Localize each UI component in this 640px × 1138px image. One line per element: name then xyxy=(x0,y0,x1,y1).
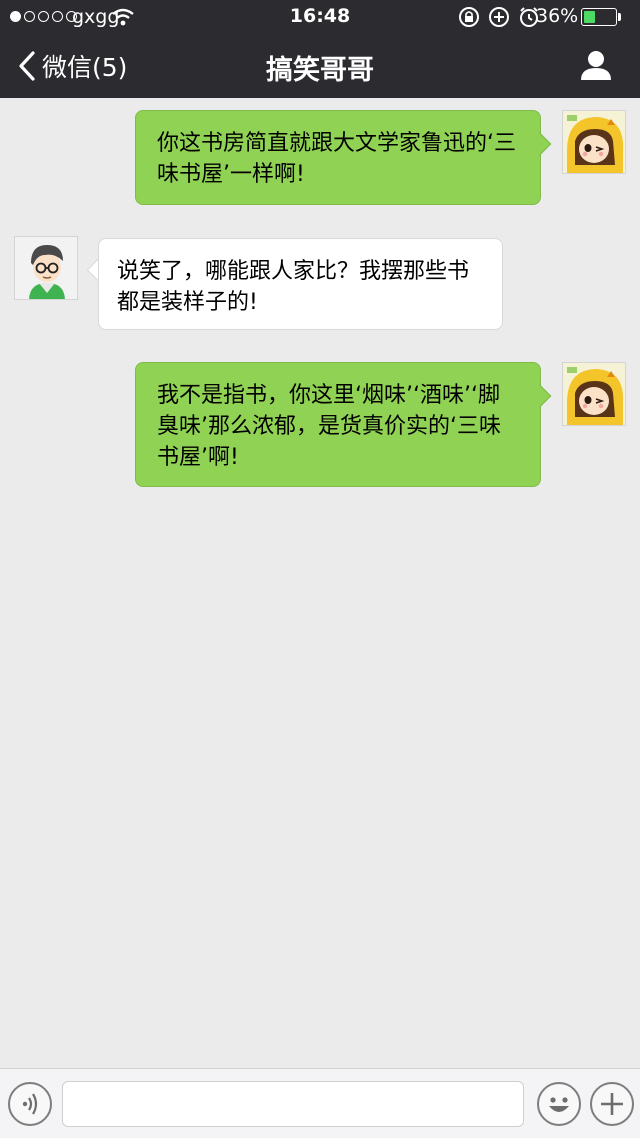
plus-icon xyxy=(601,1093,623,1115)
emoji-icon xyxy=(549,1097,569,1112)
battery-percent: 36% xyxy=(536,5,579,27)
rotation-lock-icon xyxy=(458,6,480,32)
status-bar: gxgg 16:48 36% xyxy=(0,0,640,34)
plus-button[interactable] xyxy=(590,1082,634,1126)
message-text: 我不是指书，你这里‘烟味’‘酒味’‘脚臭味’那么浓郁，是货真价实的‘三味书屋’啊… xyxy=(157,383,501,470)
battery-icon xyxy=(581,8,617,26)
message-text: 说笑了，哪能跟人家比？我摆那些书都是装样子的! xyxy=(117,259,470,315)
emoji-button[interactable] xyxy=(537,1082,581,1126)
avatar[interactable] xyxy=(14,236,78,300)
avatar[interactable] xyxy=(562,362,626,426)
back-button[interactable]: 微信(5) xyxy=(18,48,127,84)
profile-button[interactable] xyxy=(578,47,614,83)
cartoon-girl-avatar xyxy=(563,111,625,173)
top-bar: gxgg 16:48 36% 微信(5) 搞笑哥哥 xyxy=(0,0,640,98)
voice-icon xyxy=(22,1093,38,1115)
lock-icon xyxy=(488,6,510,32)
person-icon xyxy=(581,51,611,80)
chevron-left-icon xyxy=(18,50,36,82)
nav-bar: 微信(5) 搞笑哥哥 xyxy=(0,34,640,98)
avatar[interactable] xyxy=(562,110,626,174)
message-bubble-outgoing[interactable]: 我不是指书，你这里‘烟味’‘酒味’‘脚臭味’那么浓郁，是货真价实的‘三味书屋’啊… xyxy=(135,362,541,487)
voice-button[interactable] xyxy=(8,1082,52,1126)
input-bar xyxy=(0,1068,640,1138)
message-bubble-outgoing[interactable]: 你这书房简直就跟大文学家鲁迅的‘三味书屋’一样啊! xyxy=(135,110,541,205)
battery-fill xyxy=(584,11,595,23)
cartoon-girl-avatar xyxy=(563,363,625,425)
cartoon-boy-avatar xyxy=(15,237,77,299)
back-label: 微信(5) xyxy=(42,53,128,82)
message-input[interactable] xyxy=(62,1081,524,1127)
message-bubble-incoming[interactable]: 说笑了，哪能跟人家比？我摆那些书都是装样子的! xyxy=(98,238,503,330)
message-text: 你这书房简直就跟大文学家鲁迅的‘三味书屋’一样啊! xyxy=(157,131,516,187)
